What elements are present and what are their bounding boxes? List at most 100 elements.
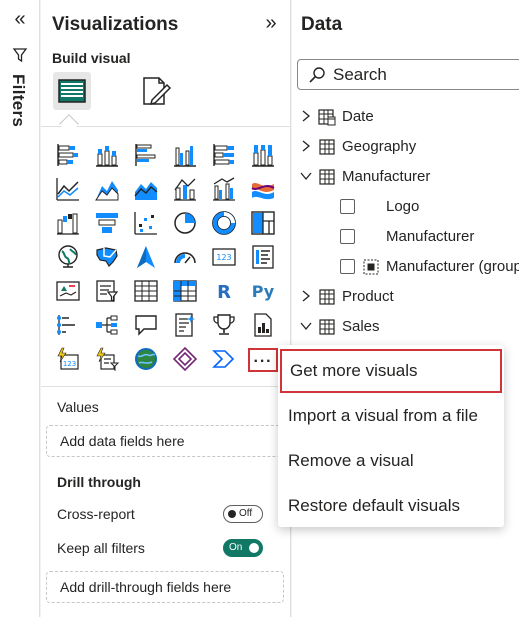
power-automate-chevron-icon[interactable] (209, 344, 239, 374)
stacked-bar-chart-icon[interactable] (53, 140, 83, 170)
tree-item-sales[interactable]: Sales (292, 315, 519, 341)
field-checkbox[interactable] (340, 229, 355, 244)
field-checkbox[interactable] (340, 199, 355, 214)
field-label: Manufacturer (386, 228, 475, 245)
card-icon[interactable]: 123 (209, 242, 239, 272)
tree-item-manufacturer[interactable]: Manufacturer (292, 165, 519, 191)
tree-item-label: Sales (342, 318, 380, 335)
menu-item-import-visual[interactable]: Import a visual from a file (278, 394, 504, 438)
visualizations-pane: Visualizations » Build visual 123 R Py 1… (41, 0, 291, 617)
chevron-right-icon[interactable] (299, 139, 313, 153)
tree-item-product[interactable]: Product (292, 285, 519, 311)
section-divider (41, 386, 290, 387)
build-visual-button[interactable] (53, 72, 91, 110)
values-field-well[interactable]: Add data fields here (46, 425, 284, 457)
clustered-bar-chart-icon[interactable] (131, 140, 161, 170)
field-item-manufacturer-group[interactable]: Manufacturer (group (292, 255, 519, 281)
tree-item-label: Manufacturer (342, 168, 431, 185)
search-placeholder: Search (333, 65, 387, 84)
tree-item-date[interactable]: Date (292, 105, 519, 131)
drill-through-field-well[interactable]: Add drill-through fields here (46, 571, 284, 603)
field-label: Logo (386, 198, 420, 215)
chevron-down-icon[interactable] (299, 319, 313, 333)
slicer-icon[interactable] (92, 276, 122, 306)
decomposition-tree-icon[interactable] (92, 310, 122, 340)
qa-icon[interactable] (131, 310, 161, 340)
paginated-report-icon[interactable] (248, 310, 278, 340)
svg-text:123: 123 (63, 360, 76, 368)
build-visual-icon (58, 79, 86, 103)
filled-map-icon[interactable] (92, 242, 122, 272)
date-table-icon (318, 109, 336, 126)
funnel-chart-icon[interactable] (92, 208, 122, 238)
multi-row-card-icon[interactable] (248, 242, 278, 272)
python-visual-icon[interactable]: Py (248, 276, 278, 306)
matrix-icon[interactable] (170, 276, 200, 306)
filters-pane-collapsed: « Filters (0, 0, 40, 617)
search-input[interactable]: Search (297, 59, 519, 90)
100-stacked-column-chart-icon[interactable] (248, 140, 278, 170)
chevron-down-icon[interactable] (299, 169, 313, 183)
table-icon (319, 289, 335, 305)
field-checkbox[interactable] (340, 259, 355, 274)
ribbon-chart-icon[interactable] (248, 174, 278, 204)
key-influencers-icon[interactable] (53, 310, 83, 340)
stacked-area-chart-icon[interactable] (131, 174, 161, 204)
field-label: Manufacturer (group (386, 258, 519, 275)
power-apps-icon[interactable]: 123 (53, 344, 83, 374)
r-visual-icon[interactable]: R (209, 276, 239, 306)
azure-map-icon[interactable] (131, 242, 161, 272)
smart-narrative-icon[interactable] (170, 310, 200, 340)
line-chart-icon[interactable] (53, 174, 83, 204)
filters-label[interactable]: Filters (8, 74, 28, 127)
power-apps-diamond-icon[interactable] (170, 344, 200, 374)
svg-text:123: 123 (216, 253, 231, 262)
search-icon (309, 67, 325, 83)
treemap-icon[interactable] (248, 208, 278, 238)
toggle-state-label: Off (239, 508, 253, 519)
table-icon[interactable] (131, 276, 161, 306)
field-item-logo[interactable]: Logo (292, 195, 519, 221)
table-icon (319, 139, 335, 155)
tree-item-label: Product (342, 288, 394, 305)
area-chart-icon[interactable] (92, 174, 122, 204)
field-item-manufacturer[interactable]: Manufacturer (292, 225, 519, 251)
waterfall-chart-icon[interactable] (53, 208, 83, 238)
format-visual-button[interactable] (135, 72, 173, 110)
menu-item-restore-default-visuals[interactable]: Restore default visuals (278, 484, 504, 528)
pie-chart-icon[interactable] (170, 208, 200, 238)
format-visual-icon (143, 77, 172, 106)
data-title: Data (301, 14, 343, 35)
stacked-column-chart-icon[interactable] (92, 140, 122, 170)
cross-report-toggle[interactable]: Off (223, 505, 263, 523)
chevron-right-icon[interactable] (299, 109, 313, 123)
more-options-button[interactable]: ··· (248, 348, 278, 372)
tree-item-geography[interactable]: Geography (292, 135, 519, 161)
line-and-stacked-column-chart-icon[interactable] (170, 174, 200, 204)
arcgis-map-icon[interactable] (131, 344, 161, 374)
menu-item-remove-visual[interactable]: Remove a visual (278, 439, 504, 483)
funnel-icon[interactable] (12, 47, 28, 63)
more-options-icon: ··· (253, 353, 273, 370)
menu-item-get-more-visuals[interactable]: Get more visuals (280, 349, 502, 393)
gauge-icon[interactable] (170, 242, 200, 272)
line-and-clustered-column-chart-icon[interactable] (209, 174, 239, 204)
double-chevron-left-icon[interactable]: « (10, 9, 30, 30)
donut-chart-icon[interactable] (209, 208, 239, 238)
map-icon[interactable] (53, 242, 83, 272)
selection-pointer (59, 114, 79, 134)
chevron-right-icon[interactable] (299, 289, 313, 303)
double-chevron-right-icon[interactable]: » (259, 12, 283, 35)
scatter-chart-icon[interactable] (131, 208, 161, 238)
clustered-column-chart-icon[interactable] (170, 140, 200, 170)
more-options-menu: Get more visuals Import a visual from a … (278, 345, 504, 527)
values-label: Values (57, 399, 99, 415)
power-automate-icon[interactable] (92, 344, 122, 374)
100-stacked-bar-chart-icon[interactable] (209, 140, 239, 170)
keep-all-filters-label: Keep all filters (57, 540, 145, 556)
keep-all-filters-toggle[interactable]: On (223, 539, 263, 557)
metrics-icon[interactable] (209, 310, 239, 340)
cross-report-label: Cross-report (57, 506, 135, 522)
toggle-state-label: On (229, 542, 243, 553)
kpi-icon[interactable] (53, 276, 83, 306)
